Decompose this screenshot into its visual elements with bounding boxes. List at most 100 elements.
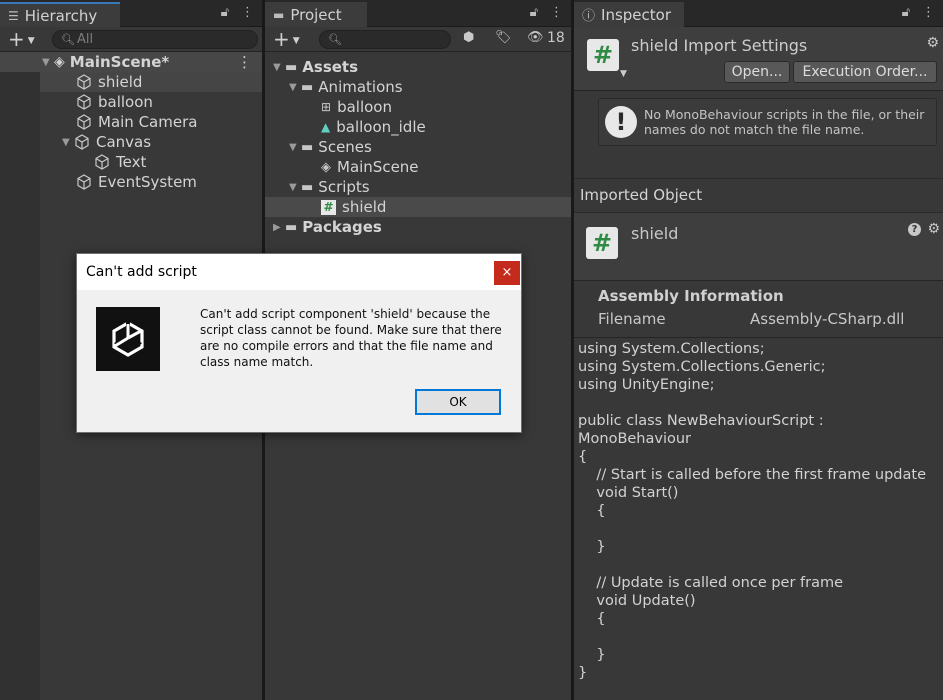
hierarchy-item-main-camera[interactable]: Main Camera bbox=[0, 112, 262, 132]
tab-hierarchy[interactable]: ☰ Hierarchy bbox=[0, 2, 120, 27]
hierarchy-item-label: shield bbox=[98, 73, 143, 91]
lock-icon[interactable]: 🔓︎ bbox=[902, 5, 910, 20]
hierarchy-item-text[interactable]: Text bbox=[0, 152, 262, 172]
close-icon: × bbox=[501, 265, 513, 280]
folder-open-icon: ▬ bbox=[301, 139, 314, 155]
asset-label: balloon bbox=[337, 98, 392, 116]
script-source-preview: using System.Collections; using System.C… bbox=[578, 341, 927, 681]
ok-button[interactable]: OK bbox=[415, 389, 501, 415]
animator-controller-icon: ⊞ bbox=[321, 100, 332, 114]
imported-object-section: # shield ? ⚙ bbox=[574, 213, 943, 281]
unity-scene-icon: ◈ bbox=[321, 159, 331, 175]
create-dropdown-button[interactable]: + ▼ bbox=[273, 29, 300, 51]
dropdown-caret-icon[interactable]: ▼ bbox=[620, 69, 627, 79]
csharp-script-icon: # bbox=[586, 227, 618, 259]
hierarchy-tabbar: ☰ Hierarchy 🔓︎ ⋮ bbox=[0, 0, 262, 27]
dialog-titlebar: Can't add script × bbox=[77, 254, 521, 290]
inspector-tabbar: ⓘ Inspector 🔓︎ ⋮ bbox=[574, 0, 943, 27]
expand-arrow-icon[interactable]: ▼ bbox=[289, 182, 301, 193]
gameobject-cube-icon bbox=[77, 174, 91, 190]
assembly-info-section: Assembly Information Filename Assembly-C… bbox=[574, 282, 943, 338]
search-icon: 🔍︎ bbox=[328, 33, 342, 46]
filename-label: Filename bbox=[598, 310, 666, 328]
project-asset-mainscene[interactable]: ◈ MainScene bbox=[265, 157, 571, 177]
tab-inspector[interactable]: ⓘ Inspector bbox=[574, 2, 684, 27]
project-asset-balloon-controller[interactable]: ⊞ balloon bbox=[265, 97, 571, 117]
inspector-tab-controls: 🔓︎ ⋮ bbox=[902, 5, 935, 20]
assembly-info-header: Assembly Information bbox=[598, 287, 784, 305]
imported-object-header: Imported Object bbox=[574, 186, 943, 208]
collapse-arrow-icon[interactable]: ▶ bbox=[273, 222, 285, 233]
filter-by-type-icon[interactable]: ⬢ bbox=[463, 30, 474, 45]
project-folder-packages[interactable]: ▶ ▬ Packages bbox=[265, 217, 571, 237]
tab-project[interactable]: ▬ Project bbox=[265, 2, 367, 27]
folder-label: Scripts bbox=[318, 178, 370, 196]
project-search-input[interactable]: 🔍︎ bbox=[319, 30, 451, 49]
execution-order-button[interactable]: Execution Order... bbox=[793, 61, 937, 83]
tab-inspector-label: Inspector bbox=[601, 5, 671, 24]
hierarchy-item-label: Main Camera bbox=[98, 113, 198, 131]
gear-icon[interactable]: ⚙ bbox=[926, 35, 939, 51]
folder-label: Packages bbox=[302, 218, 382, 236]
project-toolbar: + ▼ 🔍︎ ⬢ 🏷︎ 👁︎ 18 bbox=[265, 27, 571, 52]
inspector-title: shield Import Settings bbox=[631, 36, 808, 55]
expand-arrow-icon[interactable]: ▼ bbox=[273, 62, 285, 73]
lock-icon[interactable]: 🔓︎ bbox=[221, 5, 229, 20]
project-asset-shield-script[interactable]: # shield bbox=[265, 197, 571, 217]
hierarchy-tab-controls: 🔓︎ ⋮ bbox=[221, 5, 254, 20]
csharp-script-icon: # bbox=[321, 199, 336, 215]
project-folder-scenes[interactable]: ▼ ▬ Scenes bbox=[265, 137, 571, 157]
expand-arrow-icon[interactable]: ▼ bbox=[42, 57, 54, 68]
gear-icon[interactable]: ⚙ bbox=[927, 221, 940, 237]
hierarchy-item-balloon[interactable]: balloon bbox=[0, 92, 262, 112]
project-folder-scripts[interactable]: ▼ ▬ Scripts bbox=[265, 177, 571, 197]
search-icon: 🔍︎ bbox=[61, 33, 75, 46]
gameobject-cube-icon bbox=[95, 154, 109, 170]
filter-by-label-icon[interactable]: 🏷︎ bbox=[495, 30, 512, 45]
folder-label: Scenes bbox=[318, 138, 372, 156]
hidden-packages-icon[interactable]: 👁︎ bbox=[527, 30, 544, 45]
imported-object-name: shield bbox=[631, 224, 679, 243]
folder-label: Assets bbox=[302, 58, 359, 76]
hierarchy-toolbar: + ▼ 🔍︎ All bbox=[0, 27, 262, 52]
help-icon[interactable]: ? bbox=[908, 223, 921, 236]
create-dropdown-button[interactable]: + ▼ bbox=[8, 29, 35, 51]
filename-value: Assembly-CSharp.dll bbox=[750, 310, 905, 328]
inspector-panel: ⓘ Inspector 🔓︎ ⋮ # ▼ shield Import Setti… bbox=[574, 0, 943, 700]
dialog-title: Can't add script bbox=[86, 264, 197, 280]
folder-open-icon: ▬ bbox=[301, 179, 314, 195]
gameobject-cube-icon bbox=[77, 74, 91, 90]
hierarchy-item-label: Text bbox=[116, 153, 147, 171]
hierarchy-item-label: EventSystem bbox=[98, 173, 197, 191]
hierarchy-search-input[interactable]: 🔍︎ All bbox=[52, 30, 258, 49]
project-folder-assets[interactable]: ▼ ▬ Assets bbox=[265, 57, 571, 77]
open-button[interactable]: Open... bbox=[724, 61, 790, 83]
hierarchy-item-canvas[interactable]: ▼ Canvas bbox=[0, 132, 262, 152]
scene-menu-icon[interactable]: ⋮ bbox=[237, 53, 252, 71]
hierarchy-item-label: balloon bbox=[98, 93, 153, 111]
scene-row[interactable]: ▼ ◈ MainScene* ⋮ bbox=[0, 52, 262, 72]
kebab-menu-icon[interactable]: ⋮ bbox=[922, 5, 935, 20]
hierarchy-search-placeholder: All bbox=[77, 32, 94, 47]
asset-label: shield bbox=[342, 198, 387, 216]
kebab-menu-icon[interactable]: ⋮ bbox=[241, 5, 254, 20]
hierarchy-item-eventsystem[interactable]: EventSystem bbox=[0, 172, 262, 192]
animation-clip-icon: ▲ bbox=[321, 120, 331, 134]
project-folder-animations[interactable]: ▼ ▬ Animations bbox=[265, 77, 571, 97]
expand-arrow-icon[interactable]: ▼ bbox=[289, 82, 301, 93]
gameobject-cube-icon bbox=[77, 94, 91, 110]
info-icon: ⓘ bbox=[582, 9, 596, 24]
lock-icon[interactable]: 🔓︎ bbox=[530, 5, 538, 20]
project-asset-balloon-idle[interactable]: ▲ balloon_idle bbox=[265, 117, 571, 137]
inspector-header: # ▼ shield Import Settings ⚙ Open... Exe… bbox=[574, 27, 943, 91]
expand-arrow-icon[interactable]: ▼ bbox=[62, 137, 74, 148]
asset-label: balloon_idle bbox=[336, 118, 426, 136]
kebab-menu-icon[interactable]: ⋮ bbox=[550, 5, 563, 20]
expand-arrow-icon[interactable]: ▼ bbox=[289, 142, 301, 153]
warning-helpbox: ! No MonoBehaviour scripts in the file, … bbox=[598, 98, 937, 146]
close-button[interactable]: × bbox=[494, 261, 520, 285]
unity-scene-icon: ◈ bbox=[54, 54, 65, 70]
divider bbox=[574, 178, 943, 179]
warning-icon: ! bbox=[605, 106, 637, 138]
hierarchy-item-shield[interactable]: shield bbox=[40, 72, 262, 92]
